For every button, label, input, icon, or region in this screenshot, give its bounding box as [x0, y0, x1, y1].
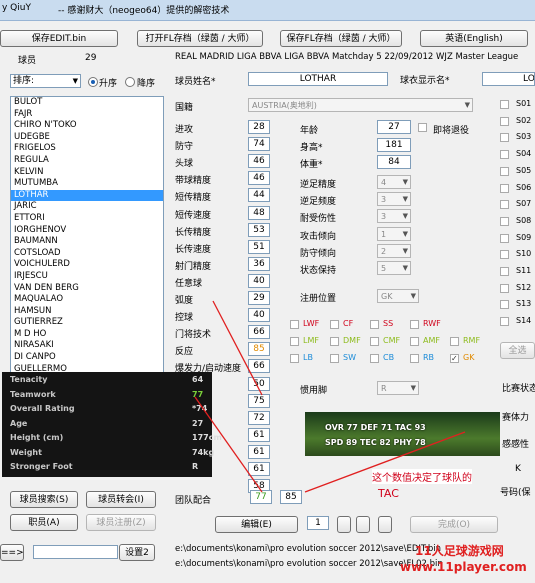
slot-label: S02	[516, 115, 532, 125]
annotation-line-2	[304, 431, 466, 493]
watermark-url: www.11player.com	[400, 560, 527, 574]
slot-checkbox[interactable]	[500, 183, 509, 193]
slot-checkbox[interactable]	[500, 317, 509, 327]
slot-label: S04	[516, 149, 532, 159]
feel-label: 感感性	[502, 440, 530, 450]
slot-label: S05	[516, 165, 532, 175]
slot-label: S10	[516, 249, 532, 259]
slot-checkbox[interactable]	[500, 233, 509, 243]
slot-label: S06	[516, 182, 532, 192]
number-label: 号码(保	[500, 488, 531, 498]
annotation-line-3	[212, 300, 263, 396]
slot-checkbox[interactable]	[500, 300, 509, 310]
slot-label: S13	[516, 299, 532, 309]
slot-label: S01	[516, 99, 532, 108]
annotation-line-1	[194, 396, 263, 493]
page-field[interactable]: 1	[307, 516, 329, 530]
slot-label: S12	[516, 282, 532, 292]
slot-checkbox[interactable]	[500, 150, 509, 160]
page-next-button[interactable]	[356, 516, 370, 533]
page-last-button[interactable]	[378, 516, 392, 533]
slot-checkbox[interactable]	[500, 133, 509, 143]
slot-checkbox[interactable]	[500, 250, 509, 260]
slot-checkbox[interactable]	[500, 116, 509, 126]
edit-button[interactable]: 编辑(E)	[215, 516, 298, 533]
slot-label: S09	[516, 232, 532, 242]
stamina-label: 赛体力	[502, 413, 530, 423]
slot-label: S03	[516, 132, 532, 142]
slot-checkbox[interactable]	[500, 216, 509, 226]
k-label: K	[515, 464, 521, 474]
page-prev-button[interactable]	[337, 516, 351, 533]
finish-button[interactable]: 完成(O)	[410, 516, 498, 533]
slot-checkbox[interactable]	[500, 200, 509, 210]
slot-checkbox[interactable]	[500, 283, 509, 293]
slot-checkbox[interactable]	[500, 267, 509, 276]
slot-label: S11	[516, 266, 532, 275]
slot-label: S14	[516, 316, 532, 326]
slot-checkbox[interactable]	[500, 100, 509, 109]
slot-checkbox[interactable]	[500, 166, 509, 176]
select-all-button[interactable]: 全选	[500, 342, 535, 359]
match-state-label: 比赛状态	[502, 384, 535, 394]
watermark-cn: 11人足球游戏网	[415, 544, 504, 558]
slot-label: S08	[516, 215, 532, 225]
edit-path: e:\documents\konami\pro evolution soccer…	[175, 544, 441, 554]
annotation-lines	[194, 300, 466, 493]
slot-label: S07	[516, 199, 532, 209]
